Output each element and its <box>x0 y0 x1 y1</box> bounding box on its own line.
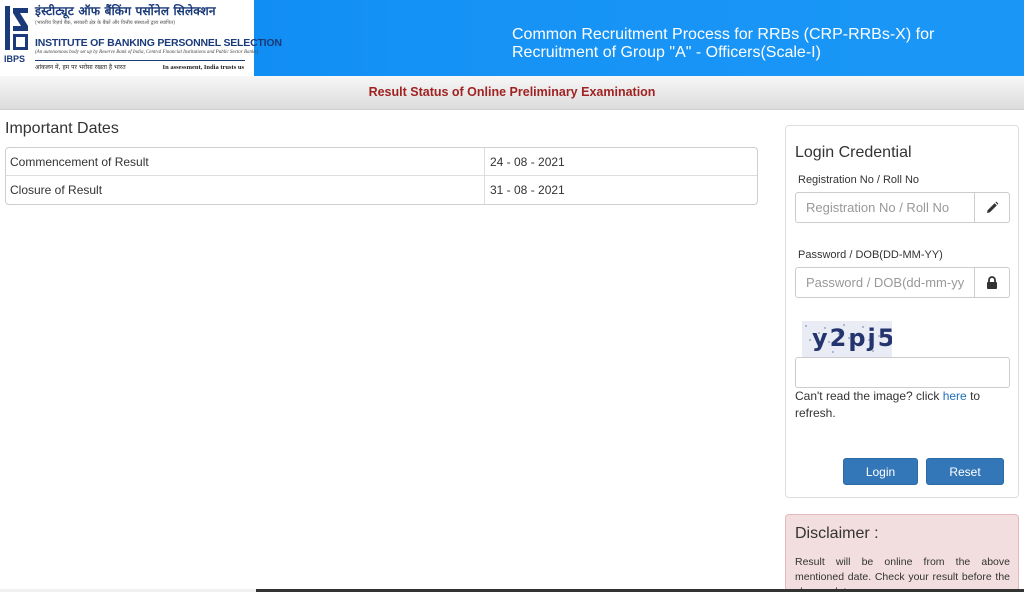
refresh-prefix: Can't read the image? click <box>795 389 943 403</box>
important-dates-table: Commencement of Result 24 - 08 - 2021 Cl… <box>5 147 758 205</box>
refresh-captcha-link[interactable]: here <box>943 389 967 403</box>
password-label: Password / DOB(DD-MM-YY) <box>798 249 943 261</box>
disclaimer-panel: Disclaimer : Result will be online from … <box>785 514 1019 592</box>
important-dates-title: Important Dates <box>5 120 119 137</box>
logo-divider <box>35 60 245 61</box>
date-label: Commencement of Result <box>6 148 485 175</box>
logo-abbr: IBPS <box>4 54 26 64</box>
registration-label: Registration No / Roll No <box>798 174 920 186</box>
logo-tagline-hindi: आंकलन में, हम पर भरोसा रखता है भारत <box>35 64 126 71</box>
password-input[interactable] <box>795 267 975 298</box>
ibps-logo-mark-icon: IBPS <box>4 4 30 70</box>
captcha-input[interactable] <box>795 357 1010 388</box>
logo-subtitle: (An autonomous body set up by Reserve Ba… <box>35 50 258 55</box>
captcha-text: y2pj5 <box>812 324 892 352</box>
header: IBPS इंस्टीट्यूट ऑफ बैंकिंग पर्सोनेल सिल… <box>0 0 1024 76</box>
captcha-refresh-note: Can't read the image? click here to refr… <box>795 388 1010 422</box>
date-value: 24 - 08 - 2021 <box>490 155 565 169</box>
table-row: Closure of Result 31 - 08 - 2021 <box>6 176 757 204</box>
subheader-title: Result Status of Online Preliminary Exam… <box>368 85 656 99</box>
page: IBPS इंस्टीट्यूट ऑफ बैंकिंग पर्सोनेल सिल… <box>0 0 1024 592</box>
ibps-emblem-icon <box>5 6 28 50</box>
page-title: Common Recruitment Process for RRBs (CRP… <box>512 26 935 61</box>
lock-icon <box>975 267 1010 298</box>
password-input-group <box>795 267 1010 298</box>
logo-hindi-subtitle: (भारतीय रिज़र्व बैंक, सरकारी क्षेत्र के … <box>35 20 176 26</box>
captcha-image: y2pj5 <box>802 321 892 357</box>
logo-tagline-english: In assessment, India trusts us <box>162 64 244 71</box>
date-value: 31 - 08 - 2021 <box>490 183 565 197</box>
disclaimer-title: Disclaimer : <box>795 525 879 542</box>
logo-hindi-name: इंस्टीट्यूट ऑफ बैंकिंग पर्सोनेल सिलेक्शन <box>35 4 216 18</box>
registration-input[interactable] <box>795 192 975 223</box>
subheader: Result Status of Online Preliminary Exam… <box>0 76 1024 110</box>
logo-name: INSTITUTE OF BANKING PERSONNEL SELECTION <box>35 37 282 49</box>
registration-input-group <box>795 192 1010 223</box>
login-title: Login Credential <box>795 144 912 161</box>
table-row: Commencement of Result 24 - 08 - 2021 <box>6 148 757 176</box>
date-label: Closure of Result <box>6 176 485 204</box>
pencil-icon <box>975 192 1010 223</box>
reset-button[interactable]: Reset <box>926 458 1004 485</box>
disclaimer-text: Result will be online from the above men… <box>795 556 1010 592</box>
login-button[interactable]: Login <box>843 458 918 485</box>
ibps-logo: IBPS इंस्टीट्यूट ऑफ बैंकिंग पर्सोनेल सिल… <box>0 0 282 76</box>
login-panel: Login Credential Registration No / Roll … <box>785 125 1019 498</box>
